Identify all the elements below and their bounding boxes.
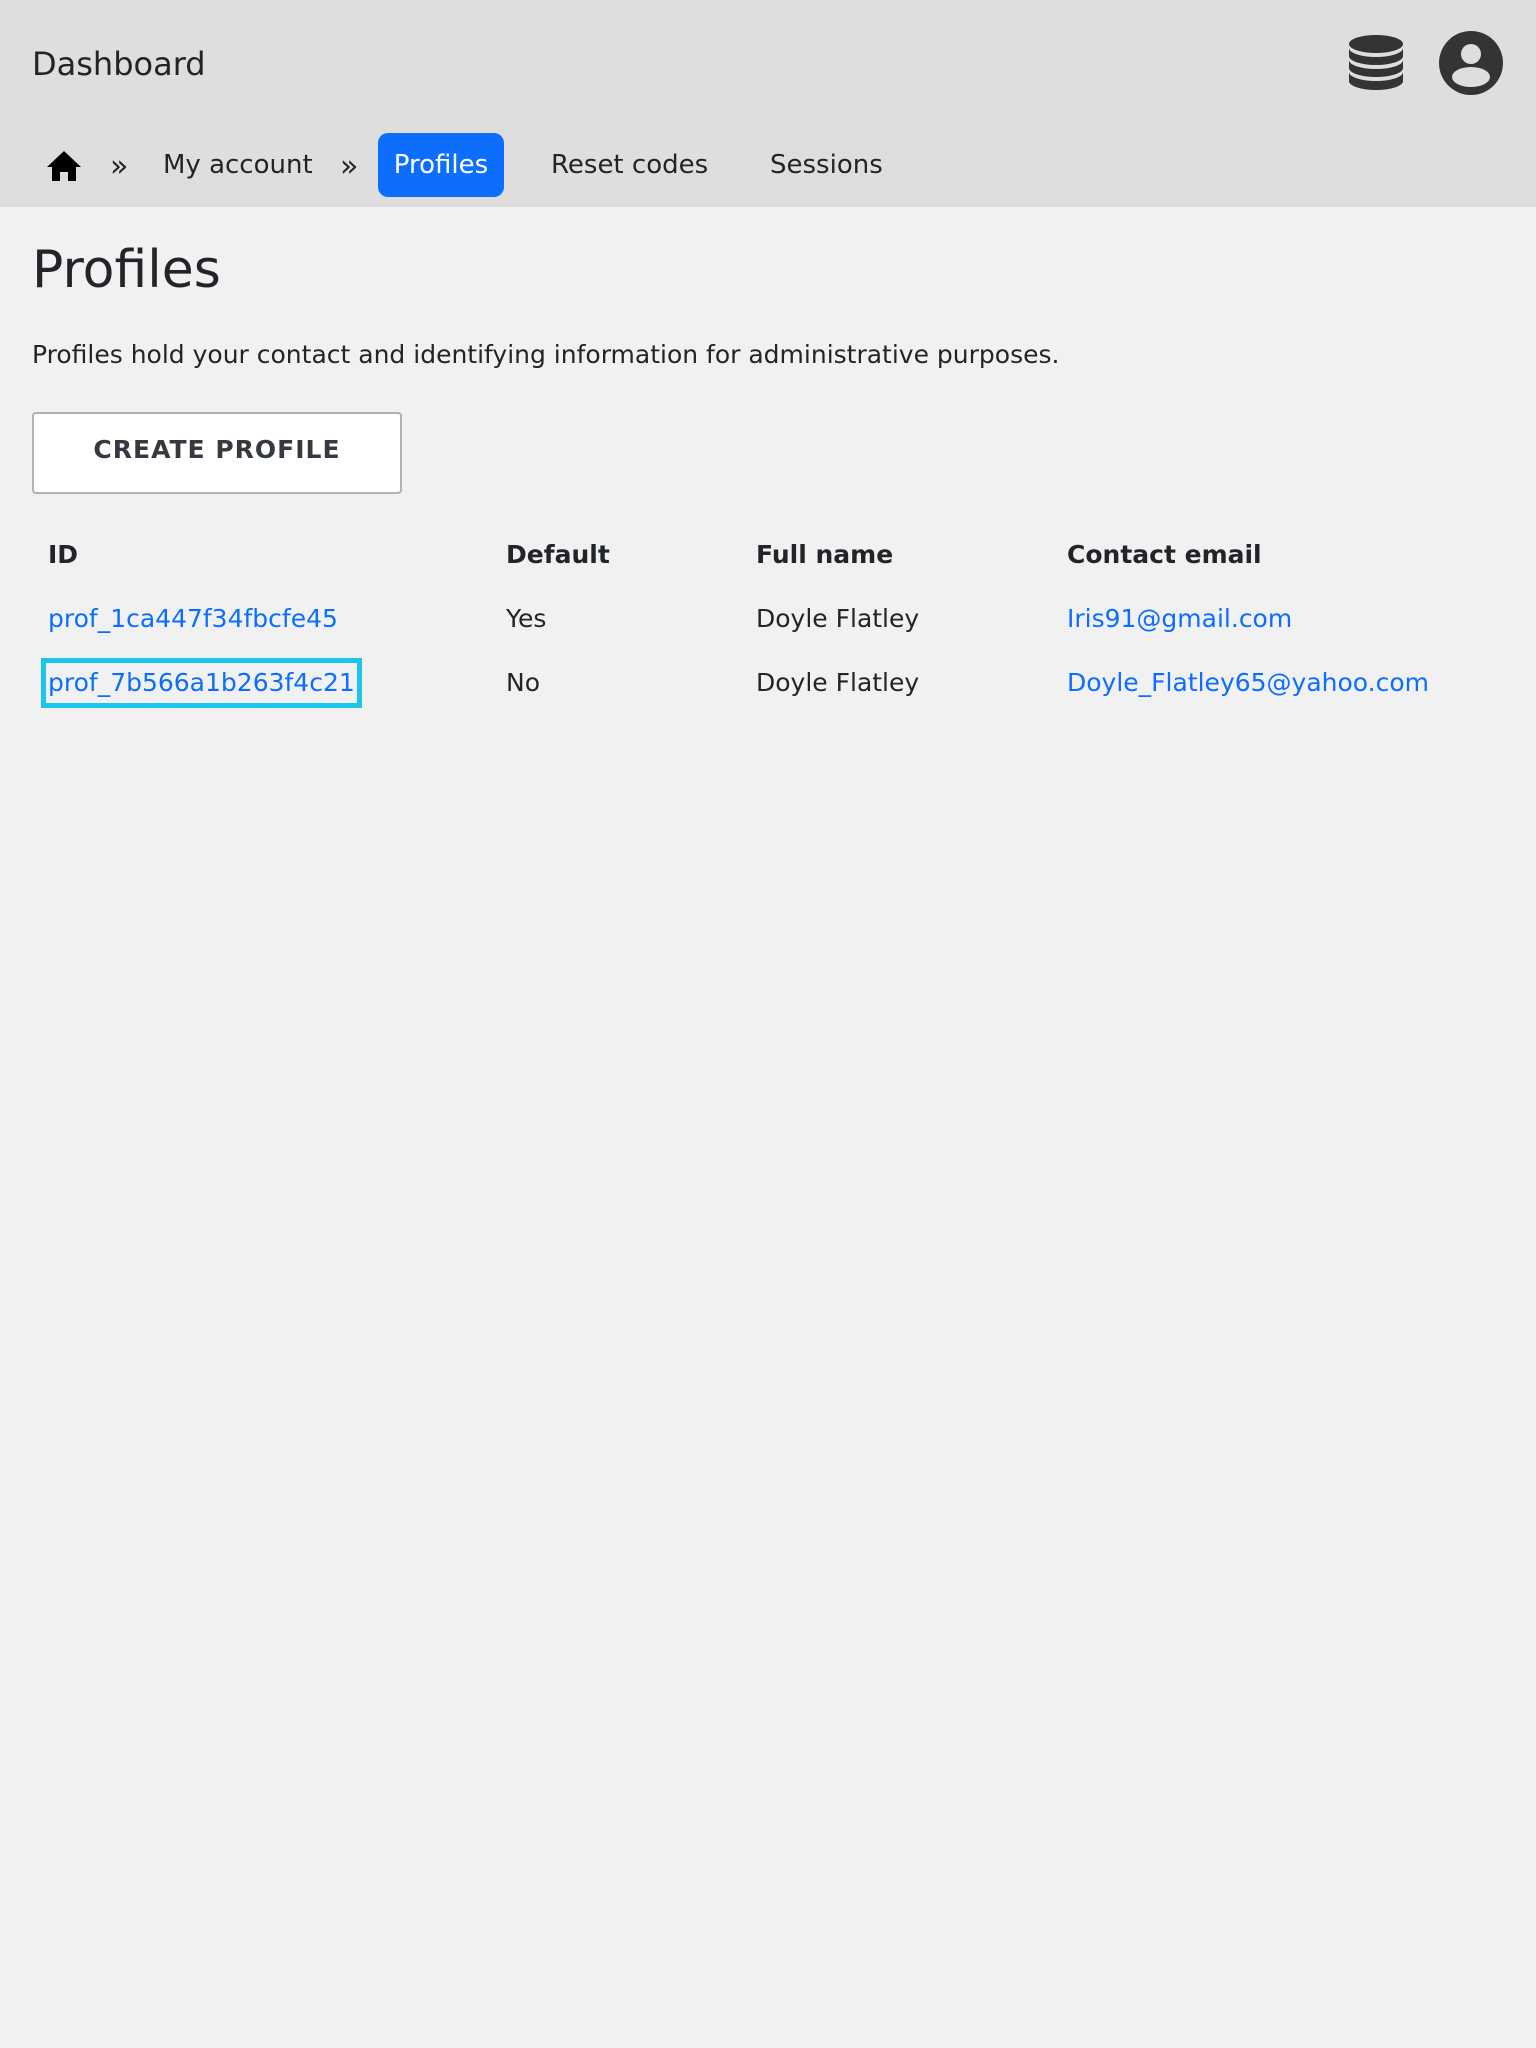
database-icon[interactable] xyxy=(1343,30,1409,96)
profile-id-link[interactable]: prof_7b566a1b263f4c21 xyxy=(41,658,362,708)
profile-id-link[interactable]: prof_1ca447f34fbcfe45 xyxy=(48,601,338,637)
default-cell: No xyxy=(506,668,540,697)
nav-profiles[interactable]: Profiles xyxy=(378,133,504,197)
user-account-icon[interactable] xyxy=(1438,30,1504,96)
page-title: Profiles xyxy=(32,240,221,300)
app-title[interactable]: Dashboard xyxy=(32,40,206,88)
full-name-cell: Doyle Flatley xyxy=(756,668,920,697)
page-description: Profiles hold your contact and identifyi… xyxy=(32,340,1060,369)
column-header-id: ID xyxy=(48,540,79,569)
nav-my-account[interactable]: My account xyxy=(163,133,313,197)
column-header-default: Default xyxy=(506,540,610,569)
nav-reset-codes[interactable]: Reset codes xyxy=(551,133,708,197)
breadcrumb-nav: » My account » Profiles Reset codes Sess… xyxy=(0,133,1536,199)
create-profile-button[interactable]: CREATE PROFILE xyxy=(32,412,402,494)
contact-email-link[interactable]: Iris91@gmail.com xyxy=(1067,601,1292,637)
breadcrumb-separator: » xyxy=(110,149,129,184)
top-header: Dashboard » My account » Profiles Reset … xyxy=(0,0,1536,207)
home-icon[interactable] xyxy=(44,146,84,186)
column-header-contact-email: Contact email xyxy=(1067,540,1262,569)
column-header-full-name: Full name xyxy=(756,540,894,569)
default-cell: Yes xyxy=(506,604,547,633)
breadcrumb-separator: » xyxy=(340,149,359,184)
full-name-cell: Doyle Flatley xyxy=(756,604,920,633)
nav-sessions[interactable]: Sessions xyxy=(770,133,883,197)
contact-email-link[interactable]: Doyle_Flatley65@yahoo.com xyxy=(1067,665,1429,701)
